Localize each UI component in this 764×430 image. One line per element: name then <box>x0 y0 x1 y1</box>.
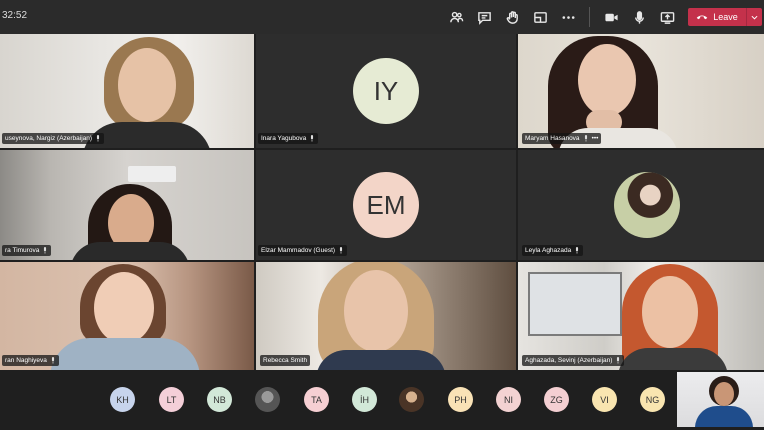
microphone-icon <box>51 357 54 364</box>
avatar-tile-inara[interactable]: IY Inara Yagubova <box>256 34 516 148</box>
more-options-icon[interactable]: ••• <box>592 135 599 142</box>
participant-initials: IY <box>373 75 399 106</box>
participant-name-tag: Rebecca Smith <box>260 355 311 366</box>
participant-face <box>578 44 636 116</box>
share-tray-icon[interactable] <box>529 6 551 28</box>
window-frame <box>528 272 622 336</box>
microphone-icon <box>97 135 100 142</box>
participant-name: Leyla Aghazada <box>525 247 572 254</box>
video-tile-naghiyeva[interactable]: ran Naghiyeva <box>0 262 254 370</box>
participant-chip-initials: ZG <box>550 394 563 405</box>
video-tile-timurova[interactable]: ra Timurova <box>0 150 254 260</box>
participant-chip-initials: NB <box>213 394 226 405</box>
microphone-icon <box>584 135 587 142</box>
hang-up-icon <box>696 15 708 20</box>
participant-name-tag: ra Timurova <box>2 245 52 256</box>
microphone-icon[interactable] <box>628 6 650 28</box>
participant-name-tag: Aghazada, Sevinj (Azerbaijan) <box>522 355 625 366</box>
participant-chip[interactable]: ZG <box>544 387 569 412</box>
participant-chip[interactable]: İH <box>352 387 377 412</box>
meeting-timer: 32:52 <box>2 10 28 21</box>
participant-chip[interactable]: KH <box>110 387 135 412</box>
participant-name: ran Naghiyeva <box>5 357 47 364</box>
participant-chip-initials: NI <box>504 394 513 405</box>
video-tile-sevinj[interactable]: Aghazada, Sevinj (Azerbaijan) <box>518 262 764 370</box>
participant-chip[interactable]: NI <box>496 387 521 412</box>
participant-chip[interactable]: NG <box>640 387 665 412</box>
participant-name: Inara Yagubova <box>261 135 307 142</box>
participant-face <box>94 272 154 344</box>
participant-strip: KH LT NB TA İH PH NI ZG VI NG <box>0 372 764 430</box>
participant-chip-initials: PH <box>454 394 467 405</box>
camera-icon[interactable] <box>600 6 622 28</box>
participant-chip-initials: LT <box>166 394 177 405</box>
participant-chip-initials: TA <box>311 394 322 405</box>
self-view-video[interactable] <box>677 372 764 427</box>
toolbar-icons <box>445 0 678 34</box>
more-actions-icon[interactable] <box>557 6 579 28</box>
microphone-icon <box>339 247 343 254</box>
participant-chip[interactable]: VI <box>592 387 617 412</box>
participant-initials: EM <box>366 189 406 220</box>
video-tile-rebecca[interactable]: Rebecca Smith <box>256 262 516 370</box>
video-tile-nargiz[interactable]: useynova, Nargiz (Azerbaijan) <box>0 34 254 148</box>
microphone-icon <box>44 247 47 254</box>
share-screen-icon[interactable] <box>656 6 678 28</box>
participant-name: Rebecca Smith <box>263 357 308 364</box>
video-tile-maryam[interactable]: Maryam Hasanova ••• <box>518 34 764 148</box>
participant-body <box>618 348 728 370</box>
participant-chip-initials: NG <box>645 394 660 405</box>
participant-body <box>70 242 190 260</box>
participant-chip[interactable]: LT <box>159 387 184 412</box>
participant-body <box>316 350 446 370</box>
self-view-face <box>714 382 734 406</box>
participant-name: Maryam Hasanova <box>525 135 580 142</box>
participant-name-tag: useynova, Nargiz (Azerbaijan) <box>2 133 105 144</box>
microphone-icon <box>617 357 620 364</box>
participant-chip[interactable]: PH <box>448 387 473 412</box>
meeting-toolbar: 32:52 Leave <box>0 0 764 34</box>
avatar-tile-leyla[interactable]: Leyla Aghazada <box>518 150 764 260</box>
microphone-icon <box>311 135 314 142</box>
leave-options-button[interactable] <box>746 8 762 26</box>
leave-label: Leave <box>713 12 738 22</box>
chevron-down-icon <box>751 15 758 20</box>
participant-name: ra Timurova <box>5 247 40 254</box>
participant-avatar: IY <box>353 58 419 124</box>
participant-photo-chip[interactable] <box>255 387 280 412</box>
avatar-tile-elzar[interactable]: EM Elzar Mammadov (Guest) <box>256 150 516 260</box>
participant-photo-avatar <box>614 172 680 238</box>
participant-name-tag: Elzar Mammadov (Guest) <box>258 245 348 256</box>
participant-name: useynova, Nargiz (Azerbaijan) <box>5 135 93 142</box>
participant-name-tag: ran Naghiyeva <box>2 355 59 366</box>
participant-face <box>642 276 698 348</box>
participant-chip-initials: KH <box>116 394 129 405</box>
participant-name: Aghazada, Sevinj (Azerbaijan) <box>525 357 613 364</box>
participant-body <box>50 338 200 370</box>
participant-chip-initials: İH <box>360 394 369 405</box>
participant-name-tag: Inara Yagubova <box>258 133 319 144</box>
participant-name: Elzar Mammadov (Guest) <box>261 247 336 254</box>
participant-avatar: EM <box>353 172 419 238</box>
window-ac-unit <box>128 166 176 182</box>
participant-name-tag: Leyla Aghazada <box>522 245 584 256</box>
chat-icon[interactable] <box>473 6 495 28</box>
participant-chip[interactable]: NB <box>207 387 232 412</box>
participant-face <box>118 48 176 122</box>
participant-name-tag: Maryam Hasanova ••• <box>522 133 602 144</box>
participant-chip-initials: VI <box>600 394 609 405</box>
leave-button[interactable]: Leave <box>688 8 746 26</box>
participant-photo-chip[interactable] <box>399 387 424 412</box>
participant-chip[interactable]: TA <box>304 387 329 412</box>
toolbar-separator <box>589 7 590 27</box>
participants-icon[interactable] <box>445 6 467 28</box>
microphone-icon <box>576 247 579 254</box>
raise-hand-icon[interactable] <box>501 6 523 28</box>
participant-face <box>344 270 408 352</box>
